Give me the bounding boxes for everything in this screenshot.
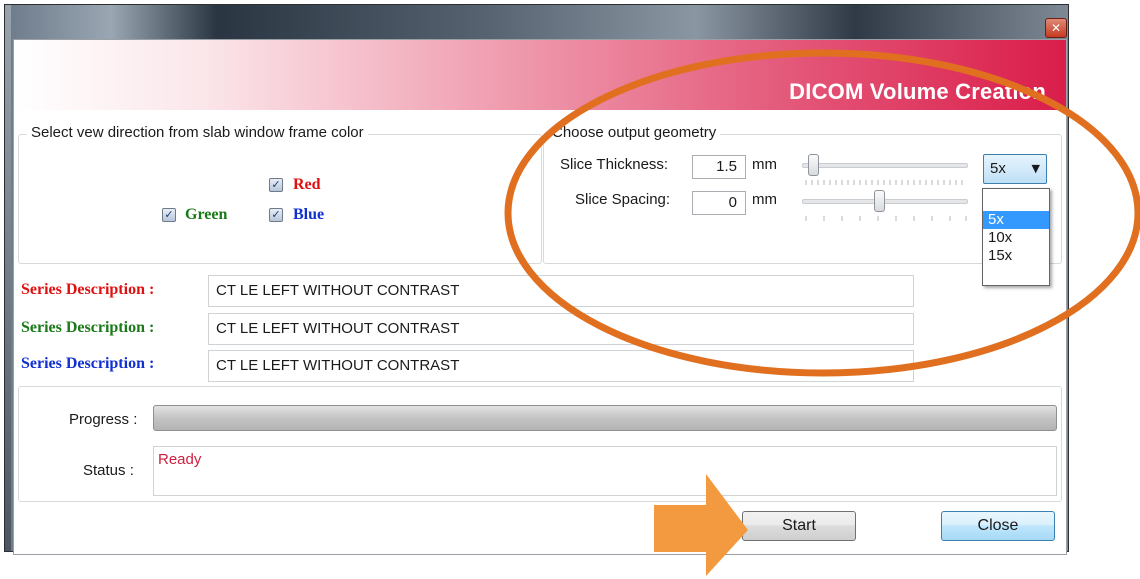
multiplier-option-5x[interactable]: 5x (983, 211, 1049, 229)
slice-thickness-slider-thumb[interactable] (808, 154, 819, 176)
slice-spacing-slider-track[interactable] (802, 199, 968, 204)
slice-spacing-label: Slice Spacing: (575, 191, 671, 208)
output-geometry-legend: Choose output geometry (548, 124, 721, 141)
blue-checkbox[interactable]: ✓ (269, 208, 283, 222)
slice-thickness-label: Slice Thickness: (560, 156, 669, 173)
start-button[interactable]: Start (742, 511, 856, 541)
dialog-window: ✕ DICOM Volume Creation Select vew direc… (4, 4, 1069, 555)
chevron-down-icon: ▼ (1031, 162, 1040, 175)
slice-spacing-unit: mm (752, 191, 777, 208)
checkmark-icon: ✓ (271, 178, 281, 191)
view-direction-legend: Select vew direction from slab window fr… (27, 124, 368, 141)
view-direction-group: Select vew direction from slab window fr… (18, 124, 542, 264)
red-series-label: Series Description : (21, 281, 155, 298)
progress-status-group: Progress : Status : Ready (18, 386, 1062, 502)
green-checkbox[interactable]: ✓ (162, 208, 176, 222)
header-banner: DICOM Volume Creation (14, 40, 1066, 110)
header-title: DICOM Volume Creation (789, 79, 1046, 104)
red-checkbox-label[interactable]: Red (293, 176, 321, 194)
slice-spacing-input[interactable]: 0 (692, 191, 746, 215)
multiplier-option-15x[interactable]: 15x (983, 247, 1049, 265)
red-checkbox[interactable]: ✓ (269, 178, 283, 192)
status-label: Status : (83, 462, 134, 479)
progress-label: Progress : (69, 411, 138, 428)
checkmark-icon: ✓ (271, 208, 281, 221)
green-series-input[interactable]: CT LE LEFT WITHOUT CONTRAST (208, 313, 914, 345)
slice-thickness-unit: mm (752, 156, 777, 173)
multiplier-combobox[interactable]: 5x ▼ (983, 154, 1047, 184)
multiplier-option-10x[interactable]: 10x (983, 229, 1049, 247)
red-series-input[interactable]: CT LE LEFT WITHOUT CONTRAST (208, 275, 914, 307)
blue-checkbox-label[interactable]: Blue (293, 206, 324, 224)
multiplier-selected-value: 5x (990, 160, 1006, 177)
checkmark-icon: ✓ (164, 208, 174, 221)
green-checkbox-label[interactable]: Green (185, 206, 227, 224)
slice-spacing-slider-ticks (805, 216, 967, 221)
green-series-label: Series Description : (21, 319, 155, 336)
slice-thickness-slider-ticks (805, 180, 963, 185)
window-close-button[interactable]: ✕ (1045, 18, 1067, 38)
blue-series-input[interactable]: CT LE LEFT WITHOUT CONTRAST (208, 350, 914, 382)
blue-series-label: Series Description : (21, 355, 155, 372)
dialog-client-area: DICOM Volume Creation Select vew directi… (13, 39, 1067, 555)
slice-thickness-slider-track[interactable] (802, 163, 968, 168)
status-text: Ready (153, 446, 1057, 496)
multiplier-dropdown-list: 5x 10x 15x (982, 188, 1050, 286)
slice-spacing-slider-thumb[interactable] (874, 190, 885, 212)
progress-bar (153, 405, 1057, 431)
slice-thickness-input[interactable]: 1.5 (692, 155, 746, 179)
multiplier-option-empty[interactable] (983, 189, 1049, 211)
window-frame-edge (5, 5, 11, 551)
close-button[interactable]: Close (941, 511, 1055, 541)
close-icon: ✕ (1050, 21, 1062, 35)
